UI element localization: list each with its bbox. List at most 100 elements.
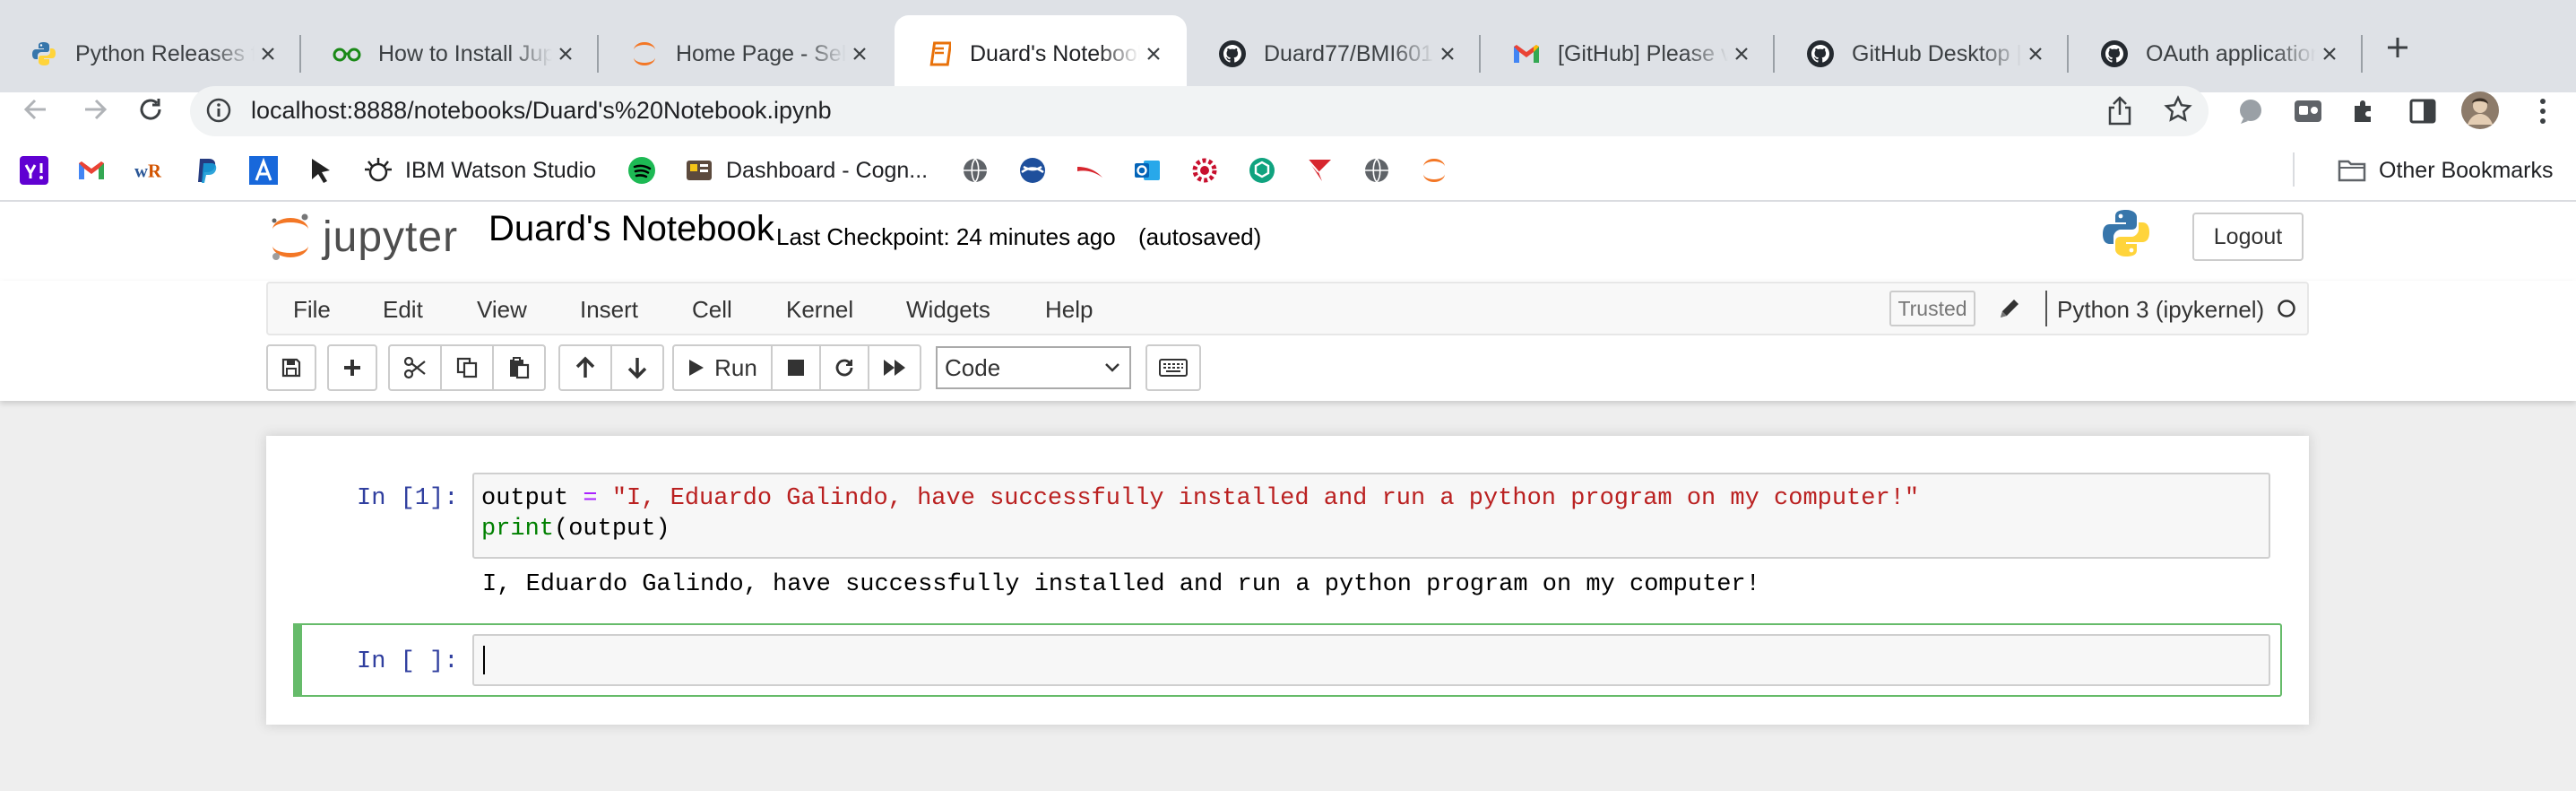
- code-cell-input[interactable]: [472, 634, 2270, 686]
- forward-button[interactable]: [75, 90, 115, 129]
- close-icon[interactable]: [1728, 40, 1755, 67]
- bookmark-label: Dashboard - Cogn...: [726, 157, 929, 183]
- cell-type-select[interactable]: Code: [936, 346, 1131, 389]
- bookmark-yahoo[interactable]: [20, 154, 48, 187]
- pencil-icon[interactable]: [1997, 296, 2022, 321]
- cell-output: I, Eduardo Galindo, have successfully in…: [482, 571, 1760, 598]
- command-palette-button[interactable]: [1145, 344, 1201, 391]
- extension-chat-icon[interactable]: [2232, 92, 2269, 130]
- code-string: "I, Eduardo Galindo, have successfully i…: [611, 485, 1920, 512]
- copy-button[interactable]: [440, 344, 494, 391]
- restart-button[interactable]: [819, 344, 869, 391]
- bookmarks-divider: [2293, 152, 2295, 187]
- bookmark-paypal[interactable]: [192, 154, 220, 187]
- bookmark-gear[interactable]: [1190, 154, 1219, 187]
- paste-button[interactable]: [492, 344, 546, 391]
- atlassian-icon: [249, 156, 278, 185]
- swoosh-icon: [1076, 156, 1104, 185]
- menu-help[interactable]: Help: [1045, 296, 1093, 324]
- menu-file[interactable]: File: [293, 296, 331, 324]
- bookmark-openai[interactable]: [1248, 154, 1276, 187]
- menu-widgets[interactable]: Widgets: [906, 296, 990, 324]
- tab-separator: [299, 35, 301, 73]
- tab-python-releases[interactable]: Python Releases f: [0, 15, 301, 92]
- insert-cell-button[interactable]: [327, 344, 377, 391]
- tab-github-desktop[interactable]: GitHub Desktop |: [1776, 15, 2069, 92]
- new-tab-button[interactable]: [2377, 27, 2418, 68]
- run-button[interactable]: Run: [672, 344, 773, 391]
- bookmark-swoosh[interactable]: [1076, 154, 1104, 187]
- cut-button[interactable]: [388, 344, 442, 391]
- close-icon[interactable]: [2316, 40, 2343, 67]
- tab-github-repo[interactable]: Duard77/BMI6018: [1189, 15, 1481, 92]
- menu-edit[interactable]: Edit: [383, 296, 423, 324]
- avatar[interactable]: [2459, 90, 2501, 131]
- restart-run-all-button[interactable]: [868, 344, 921, 391]
- bookmark-globe-2[interactable]: [1362, 154, 1391, 187]
- bookmark-outlook[interactable]: [1133, 154, 1162, 187]
- bookmark-arrow[interactable]: [307, 154, 335, 187]
- sidepanel-icon[interactable]: [2404, 92, 2442, 130]
- tab-duards-notebook[interactable]: Duard's Notebook: [895, 15, 1187, 92]
- bookmark-atlassian[interactable]: [249, 154, 278, 187]
- bookmark-gmail[interactable]: [77, 154, 106, 187]
- github-icon: [1805, 39, 1836, 69]
- folder-icon: [2338, 156, 2366, 185]
- star-icon[interactable]: [2164, 95, 2192, 124]
- bookmark-dashboard[interactable]: Dashboard - Cogn...: [685, 154, 928, 187]
- extension-card-icon[interactable]: [2289, 92, 2327, 130]
- edit-mode-indicator: [293, 623, 302, 697]
- bookmark-other[interactable]: Other Bookmarks: [2338, 154, 2554, 187]
- reload-icon: [140, 99, 161, 120]
- more-menu-icon[interactable]: [2524, 92, 2562, 130]
- close-icon[interactable]: [2022, 40, 2049, 67]
- restart-icon: [835, 359, 853, 377]
- close-icon[interactable]: [1434, 40, 1461, 67]
- tab-separator: [2361, 35, 2363, 73]
- move-up-button[interactable]: [558, 344, 612, 391]
- fast-forward-icon: [884, 360, 905, 376]
- save-button[interactable]: [266, 344, 316, 391]
- bookmark-sphere[interactable]: [1018, 154, 1047, 187]
- tab-home-page[interactable]: Home Page - Sele: [601, 15, 893, 92]
- bookmark-jupyter[interactable]: [1420, 154, 1448, 187]
- arrow-left-icon: [23, 99, 46, 120]
- kernel-name[interactable]: Python 3 (ipykernel): [2057, 296, 2264, 324]
- cursor-arrow-icon: [307, 156, 335, 185]
- bookmark-globe-1[interactable]: [961, 154, 990, 187]
- move-down-button[interactable]: [610, 344, 664, 391]
- close-icon[interactable]: [255, 40, 281, 67]
- notebook-title[interactable]: Duard's Notebook: [488, 209, 774, 249]
- menu-insert[interactable]: Insert: [580, 296, 638, 324]
- tab-oauth-application[interactable]: OAuth application: [2070, 15, 2363, 92]
- close-icon[interactable]: [552, 40, 579, 67]
- close-icon[interactable]: [1140, 40, 1167, 67]
- tab-github-email[interactable]: [GitHub] Please v: [1482, 15, 1775, 92]
- url-text[interactable]: localhost:8888/notebooks/Duard's%20Noteb…: [251, 97, 832, 125]
- code-line-2: print(output): [481, 516, 670, 543]
- jupyter-logo[interactable]: jupyter: [269, 210, 458, 264]
- close-icon[interactable]: [846, 40, 873, 67]
- keyboard-icon: [1159, 359, 1188, 377]
- menu-kernel[interactable]: Kernel: [786, 296, 853, 324]
- info-icon[interactable]: [204, 96, 233, 125]
- play-icon: [689, 360, 705, 376]
- flag-icon: [1305, 156, 1334, 185]
- dashboard-icon: [685, 156, 713, 185]
- bookmark-wordreference[interactable]: wR: [134, 154, 163, 187]
- interrupt-button[interactable]: [771, 344, 821, 391]
- bookmark-flag[interactable]: [1305, 154, 1334, 187]
- bookmark-spotify[interactable]: [627, 154, 656, 187]
- input-prompt: In [1]:: [357, 485, 459, 512]
- reload-button[interactable]: [131, 90, 170, 129]
- back-button[interactable]: [16, 90, 56, 129]
- logout-button[interactable]: Logout: [2192, 213, 2304, 261]
- trusted-indicator[interactable]: Trusted: [1889, 291, 1975, 326]
- bookmark-ibm-watson[interactable]: IBM Watson Studio: [364, 154, 596, 187]
- menu-cell[interactable]: Cell: [692, 296, 732, 324]
- tab-install-jupyter[interactable]: How to Install Jup: [303, 15, 599, 92]
- extensions-puzzle-icon[interactable]: [2345, 92, 2382, 130]
- menu-view[interactable]: View: [477, 296, 527, 324]
- globe-icon: [1362, 156, 1391, 185]
- share-icon[interactable]: [2106, 95, 2133, 126]
